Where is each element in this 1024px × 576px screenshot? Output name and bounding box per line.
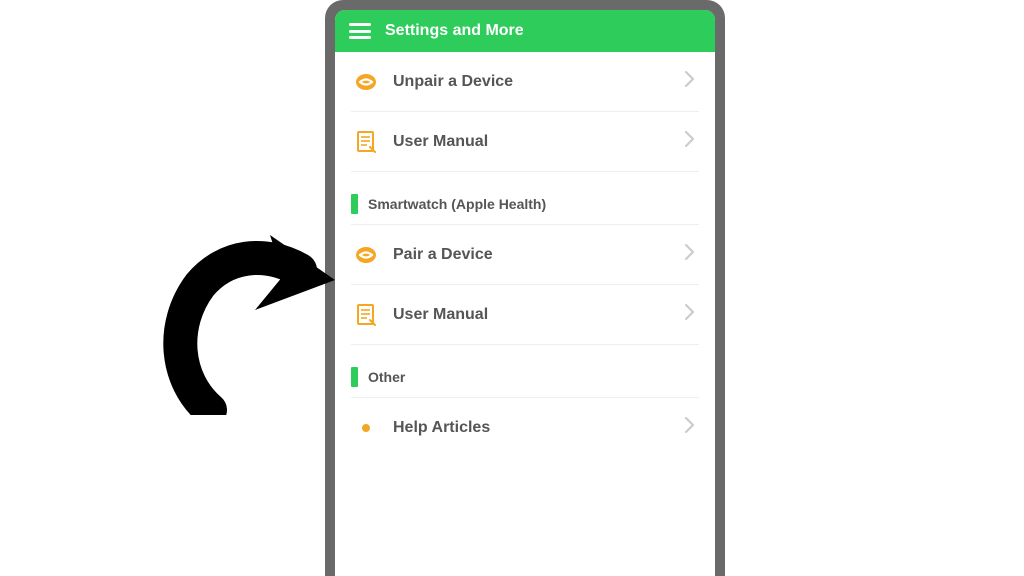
chevron-right-icon bbox=[684, 130, 695, 153]
settings-list: Unpair a Device User Manual bbox=[335, 52, 715, 576]
menu-item-user-manual-2[interactable]: User Manual bbox=[351, 285, 699, 345]
menu-label: Unpair a Device bbox=[393, 73, 668, 91]
section-header-other: Other bbox=[351, 345, 699, 398]
bullet-icon bbox=[355, 417, 377, 439]
chevron-right-icon bbox=[684, 70, 695, 93]
chevron-right-icon bbox=[684, 303, 695, 326]
phone-screen: Settings and More Unpair a Device bbox=[335, 10, 715, 576]
menu-item-help-articles[interactable]: Help Articles bbox=[351, 398, 699, 457]
menu-label: Help Articles bbox=[393, 419, 668, 437]
section-header-smartwatch: Smartwatch (Apple Health) bbox=[351, 172, 699, 225]
menu-item-pair-device[interactable]: Pair a Device bbox=[351, 225, 699, 285]
phone-frame: Settings and More Unpair a Device bbox=[325, 0, 725, 576]
section-title: Other bbox=[368, 369, 405, 385]
menu-label: User Manual bbox=[393, 133, 668, 151]
section-accent-bar bbox=[351, 194, 358, 214]
arrow-annotation-icon bbox=[155, 230, 335, 415]
header-title: Settings and More bbox=[385, 22, 524, 40]
section-accent-bar bbox=[351, 367, 358, 387]
menu-label: Pair a Device bbox=[393, 246, 668, 264]
chevron-right-icon bbox=[684, 243, 695, 266]
menu-item-user-manual[interactable]: User Manual bbox=[351, 112, 699, 172]
section-title: Smartwatch (Apple Health) bbox=[368, 196, 546, 212]
link-icon bbox=[355, 71, 377, 93]
chevron-right-icon bbox=[684, 416, 695, 439]
menu-icon[interactable] bbox=[349, 23, 371, 39]
document-icon bbox=[355, 131, 377, 153]
app-header: Settings and More bbox=[335, 10, 715, 52]
link-icon bbox=[355, 244, 377, 266]
menu-item-unpair-device[interactable]: Unpair a Device bbox=[351, 52, 699, 112]
menu-label: User Manual bbox=[393, 306, 668, 324]
document-icon bbox=[355, 304, 377, 326]
